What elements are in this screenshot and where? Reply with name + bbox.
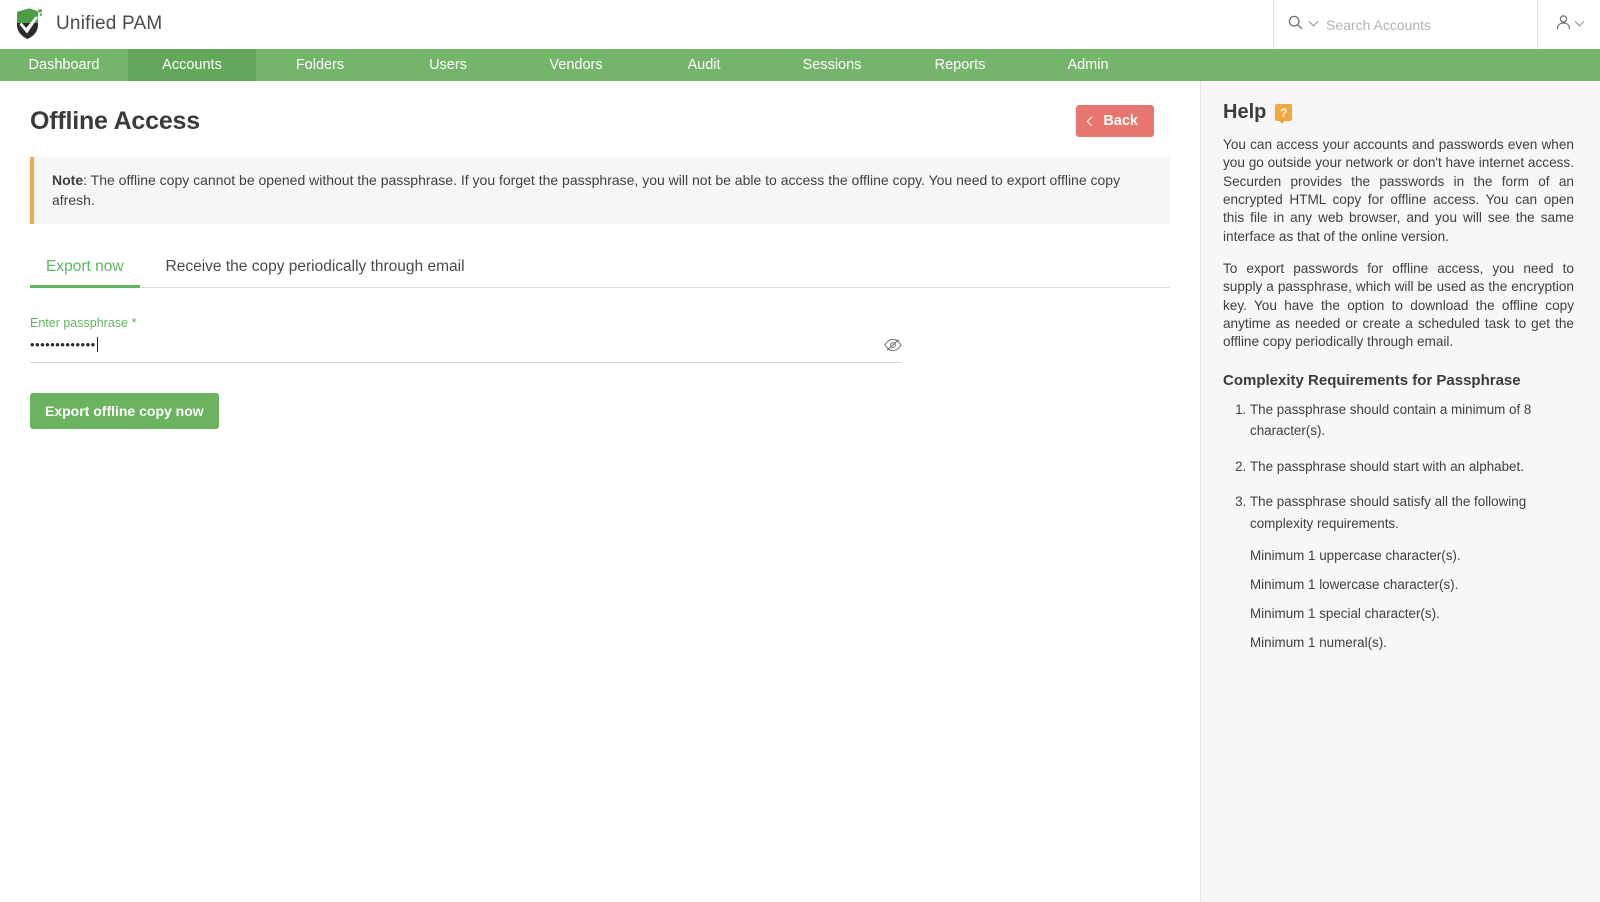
complexity-requirements-title: Complexity Requirements for Passphrase	[1223, 371, 1521, 389]
content-area: Offline Access Back Note: The offline co…	[0, 81, 1600, 902]
search-input[interactable]	[1324, 15, 1514, 34]
note-prefix: Note	[52, 172, 84, 188]
search-scope-chevron-down-icon[interactable]	[1308, 16, 1319, 27]
requirement-item: The passphrase should start with an alph…	[1250, 456, 1574, 477]
export-offline-copy-button[interactable]: Export offline copy now	[30, 393, 219, 430]
help-title: Help	[1223, 101, 1267, 123]
user-icon[interactable]	[1555, 14, 1572, 36]
complexity-requirements-list: The passphrase should contain a minimum …	[1223, 399, 1574, 534]
back-button[interactable]: Back	[1076, 105, 1154, 137]
brand-name: Unified PAM	[56, 13, 163, 34]
passphrase-masked-value: •••••••••••••	[30, 337, 96, 353]
question-mark-icon[interactable]: ?	[1275, 104, 1293, 124]
shield-check-logo-icon	[14, 7, 44, 41]
note-text: : The offline copy cannot be opened with…	[52, 172, 1121, 208]
tab-receive-periodically[interactable]: Receive the copy periodically through em…	[150, 258, 481, 287]
nav-item-users[interactable]: Users	[384, 49, 512, 81]
main-column: Offline Access Back Note: The offline co…	[0, 81, 1200, 902]
search-icon[interactable]	[1288, 15, 1303, 35]
brand[interactable]: Unified PAM	[0, 7, 162, 41]
help-panel: Help ? You can access your accounts and …	[1200, 81, 1600, 902]
back-button-label: Back	[1103, 113, 1138, 129]
help-header: Help ?	[1223, 101, 1574, 124]
page-header: Offline Access Back	[0, 81, 1200, 137]
nav-item-folders[interactable]: Folders	[256, 49, 384, 81]
tab-export-now[interactable]: Export now	[30, 258, 140, 289]
sub-requirement-item: Minimum 1 uppercase character(s).	[1250, 547, 1461, 563]
user-menu[interactable]	[1538, 0, 1600, 49]
nav-item-accounts[interactable]: Accounts	[128, 49, 256, 81]
requirement-item: The passphrase should contain a minimum …	[1250, 399, 1574, 442]
nav-item-sessions[interactable]: Sessions	[768, 49, 896, 81]
nav-item-audit[interactable]: Audit	[640, 49, 768, 81]
main-navigation: Dashboard Accounts Folders Users Vendors…	[0, 49, 1600, 81]
help-paragraph-2: To export passwords for offline access, …	[1223, 261, 1574, 350]
chevron-left-icon	[1086, 116, 1097, 126]
passphrase-label: Enter passphrase *	[30, 316, 137, 331]
page-title: Offline Access	[30, 106, 200, 135]
sub-requirements-list: Minimum 1 uppercase character(s). Minimu…	[1250, 548, 1574, 650]
top-bar-right	[1273, 0, 1600, 49]
requirement-item: The passphrase should satisfy all the fo…	[1250, 491, 1574, 534]
passphrase-field-group: Enter passphrase * •••••••••••••	[30, 316, 902, 364]
passphrase-input[interactable]: •••••••••••••	[30, 335, 884, 355]
passphrase-input-line[interactable]: •••••••••••••	[30, 335, 902, 364]
top-bar: Unified PAM	[0, 0, 1600, 49]
nav-item-admin[interactable]: Admin	[1024, 49, 1152, 81]
sub-requirement-item: Minimum 1 lowercase character(s).	[1250, 576, 1459, 592]
tab-bar: Export now Receive the copy periodically…	[30, 246, 1170, 289]
sub-requirement-item: Minimum 1 special character(s).	[1250, 605, 1440, 621]
eye-off-icon[interactable]	[884, 338, 902, 352]
nav-item-vendors[interactable]: Vendors	[512, 49, 640, 81]
text-caret	[96, 337, 98, 353]
search-box[interactable]	[1273, 0, 1538, 49]
nav-item-dashboard[interactable]: Dashboard	[0, 49, 128, 81]
sub-requirement-item: Minimum 1 numeral(s).	[1250, 634, 1387, 650]
help-paragraph-1: You can access your accounts and passwor…	[1223, 137, 1574, 244]
user-menu-chevron-down-icon[interactable]	[1574, 16, 1585, 27]
note-banner: Note: The offline copy cannot be opened …	[30, 157, 1170, 225]
nav-item-reports[interactable]: Reports	[896, 49, 1024, 81]
